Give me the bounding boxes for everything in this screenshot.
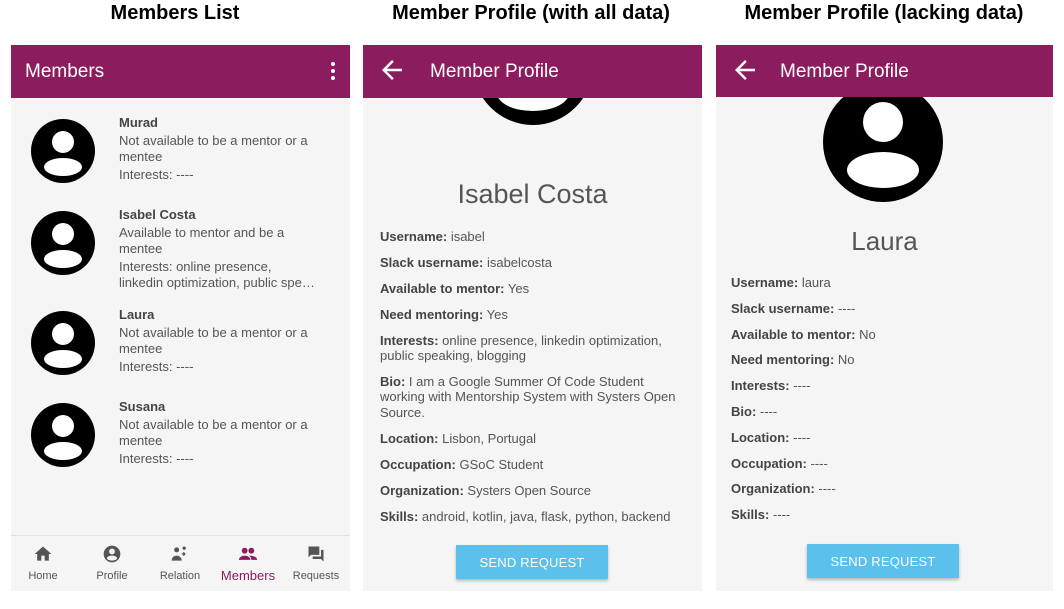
member-interests: Interests: ---- (119, 167, 194, 182)
bottom-navigation: Home Profile Relation Members Requests (11, 535, 350, 591)
member-availability-cont: mentee (119, 341, 163, 356)
field-location: Location: Lisbon, Portugal (380, 431, 537, 446)
page-title: Member Profile (780, 61, 909, 82)
field-bio-cont: working with Mentorship System with Syst… (380, 389, 676, 404)
nav-members[interactable]: Members (214, 536, 282, 591)
nav-requests[interactable]: Requests (282, 536, 350, 591)
member-name: Laura (119, 307, 155, 322)
nav-profile[interactable]: Profile (78, 536, 146, 591)
field-available-to-mentor: Available to mentor: No (731, 327, 876, 342)
profile-full-screen: Member Profile Isabel Costa Username: is… (363, 45, 702, 591)
send-request-button[interactable]: SEND REQUEST (456, 545, 608, 579)
people-icon (238, 547, 258, 560)
nav-label: Profile (96, 570, 128, 582)
profile-name: Isabel Costa (457, 179, 608, 209)
field-slack-username: Slack username: ---- (731, 301, 856, 316)
member-name: Susana (119, 399, 166, 414)
field-occupation: Occupation: ---- (731, 456, 828, 471)
member-availability: Not available to be a mentor or a (119, 133, 308, 148)
field-bio: Bio: I am a Google Summer Of Code Studen… (380, 374, 644, 389)
field-interests: Interests: ---- (731, 378, 811, 393)
caption-members-list: Members List (110, 2, 240, 24)
nav-label: Home (28, 570, 58, 582)
back-arrow-icon[interactable] (730, 55, 760, 85)
caption-profile-lacking: Member Profile (lacking data) (744, 2, 1024, 24)
app-bar: Member Profile (716, 45, 1053, 97)
nav-label: Requests (292, 570, 340, 582)
field-skills: Skills: ---- (731, 507, 791, 522)
field-skills: Skills: android, kotlin, java, flask, py… (380, 509, 671, 524)
field-interests: Interests: online presence, linkedin opt… (380, 333, 662, 348)
profile-name: Laura (851, 226, 918, 256)
nav-label: Members (220, 568, 276, 583)
back-arrow-icon[interactable] (377, 55, 407, 85)
page-title: Members (25, 61, 105, 82)
avatar-icon (823, 82, 943, 202)
member-availability: Not available to be a mentor or a (119, 417, 308, 432)
member-interests-cont: linkedin optimization, public spe… (119, 275, 315, 290)
nav-home[interactable]: Home (11, 536, 77, 591)
field-occupation: Occupation: GSoC Student (380, 457, 544, 472)
field-bio-cont2: Source. (380, 405, 425, 420)
app-bar: Member Profile (363, 45, 702, 98)
field-organization: Organization: ---- (731, 481, 836, 496)
more-vert-icon[interactable] (330, 61, 336, 81)
app-bar: Members (11, 45, 350, 98)
member-interests: Interests: ---- (119, 359, 194, 374)
avatar-icon (31, 211, 95, 275)
member-availability: Available to mentor and be a (119, 225, 285, 240)
nav-relation[interactable]: Relation (146, 536, 214, 591)
members-screen: Members Murad Not available to be a ment… (11, 45, 350, 591)
member-name: Murad (119, 115, 158, 130)
profile-lacking-screen: Member Profile Laura Username: laura Sla… (716, 45, 1053, 591)
member-availability: Not available to be a mentor or a (119, 325, 308, 340)
avatar-icon (31, 403, 95, 467)
list-item[interactable]: Murad Not available to be a mentor or a … (11, 115, 350, 195)
member-interests: Interests: online presence, (119, 259, 272, 274)
field-username: Username: laura (731, 275, 831, 290)
avatar-icon (31, 311, 95, 375)
field-bio: Bio: ---- (731, 404, 778, 419)
relation-icon (171, 546, 186, 561)
field-available-to-mentor: Available to mentor: Yes (380, 281, 530, 296)
forum-icon (308, 546, 324, 562)
member-availability-cont: mentee (119, 149, 163, 164)
field-username: Username: isabel (380, 229, 485, 244)
caption-profile-full: Member Profile (with all data) (392, 2, 670, 24)
field-slack-username: Slack username: isabelcosta (380, 255, 552, 270)
member-name: Isabel Costa (119, 207, 196, 222)
list-item[interactable]: Laura Not available to be a mentor or a … (11, 307, 350, 387)
field-interests-cont: public speaking, blogging (380, 348, 526, 363)
avatar-icon (31, 119, 95, 183)
list-item[interactable]: Isabel Costa Available to mentor and be … (11, 207, 350, 297)
account-circle-icon (103, 545, 121, 563)
member-availability-cont: mentee (119, 433, 163, 448)
send-request-button[interactable]: SEND REQUEST (807, 544, 959, 578)
field-location: Location: ---- (731, 430, 811, 445)
list-item[interactable]: Susana Not available to be a mentor or a… (11, 399, 350, 479)
member-interests: Interests: ---- (119, 451, 194, 466)
page-title: Member Profile (430, 61, 559, 82)
field-need-mentoring: Need mentoring: Yes (380, 307, 508, 322)
nav-label: Relation (159, 570, 201, 582)
member-availability-cont: mentee (119, 241, 163, 256)
field-organization: Organization: Systers Open Source (380, 483, 591, 498)
home-icon (34, 546, 52, 561)
field-need-mentoring: Need mentoring: No (731, 352, 855, 367)
